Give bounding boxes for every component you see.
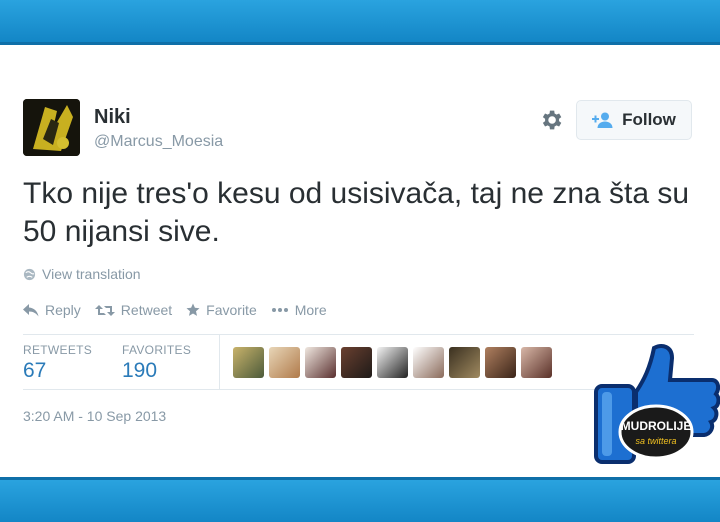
favoriter-avatar[interactable] <box>377 347 408 378</box>
favoriter-avatar[interactable] <box>233 347 264 378</box>
follow-button[interactable]: Follow <box>576 100 692 140</box>
favoriter-avatar[interactable] <box>485 347 516 378</box>
retweet-button[interactable]: Retweet <box>94 302 173 318</box>
favorites-count[interactable]: 190 <box>122 359 157 383</box>
retweet-label: Retweet <box>120 302 173 318</box>
retweet-icon <box>94 304 115 316</box>
thumbs-up-logo: MUDROLIJE sa twittera <box>594 344 720 464</box>
retweets-label: RETWEETS <box>23 343 93 357</box>
favorite-label: Favorite <box>206 302 257 318</box>
stats-separator <box>219 335 220 389</box>
reply-label: Reply <box>45 302 81 318</box>
user-handle[interactable]: @Marcus_Moesia <box>94 133 223 151</box>
bottom-blue-banner <box>0 477 720 522</box>
stats-top-divider <box>23 334 694 335</box>
globe-icon <box>23 268 36 280</box>
reply-button[interactable]: Reply <box>23 302 81 318</box>
favoriter-avatar[interactable] <box>413 347 444 378</box>
more-button[interactable]: More <box>271 302 327 318</box>
tweet-timestamp[interactable]: 3:20 AM - 10 Sep 2013 <box>23 408 166 424</box>
view-translation-label: View translation <box>42 266 141 282</box>
badge-line2: sa twittera <box>635 436 676 446</box>
more-label: More <box>294 302 327 318</box>
user-avatar[interactable] <box>23 99 80 156</box>
avatar-image <box>23 99 80 156</box>
favorites-label: FAVORITES <box>122 343 192 357</box>
favorite-button[interactable]: Favorite <box>186 302 257 318</box>
favoriter-avatar[interactable] <box>269 347 300 378</box>
favoriter-avatar[interactable] <box>521 347 552 378</box>
view-translation-link[interactable]: View translation <box>23 266 141 282</box>
tweet-actions: Reply Retweet Favorite More <box>23 302 327 318</box>
badge-line1: MUDROLIJE <box>621 419 692 433</box>
add-user-icon <box>592 112 613 128</box>
favoriter-avatar[interactable] <box>449 347 480 378</box>
more-dots-icon <box>271 308 288 312</box>
favoriter-avatar[interactable] <box>341 347 372 378</box>
reply-icon <box>23 303 39 316</box>
top-blue-banner <box>0 0 720 45</box>
favoriter-avatar[interactable] <box>305 347 336 378</box>
favoriter-avatars <box>233 347 552 378</box>
follow-button-label: Follow <box>622 110 676 129</box>
tweet-text: Tko nije tres'o kesu od usisivača, taj n… <box>23 177 690 248</box>
gear-icon[interactable] <box>538 107 564 133</box>
retweets-count[interactable]: 67 <box>23 359 46 383</box>
star-icon <box>186 303 200 316</box>
user-display-name[interactable]: Niki <box>94 106 131 129</box>
